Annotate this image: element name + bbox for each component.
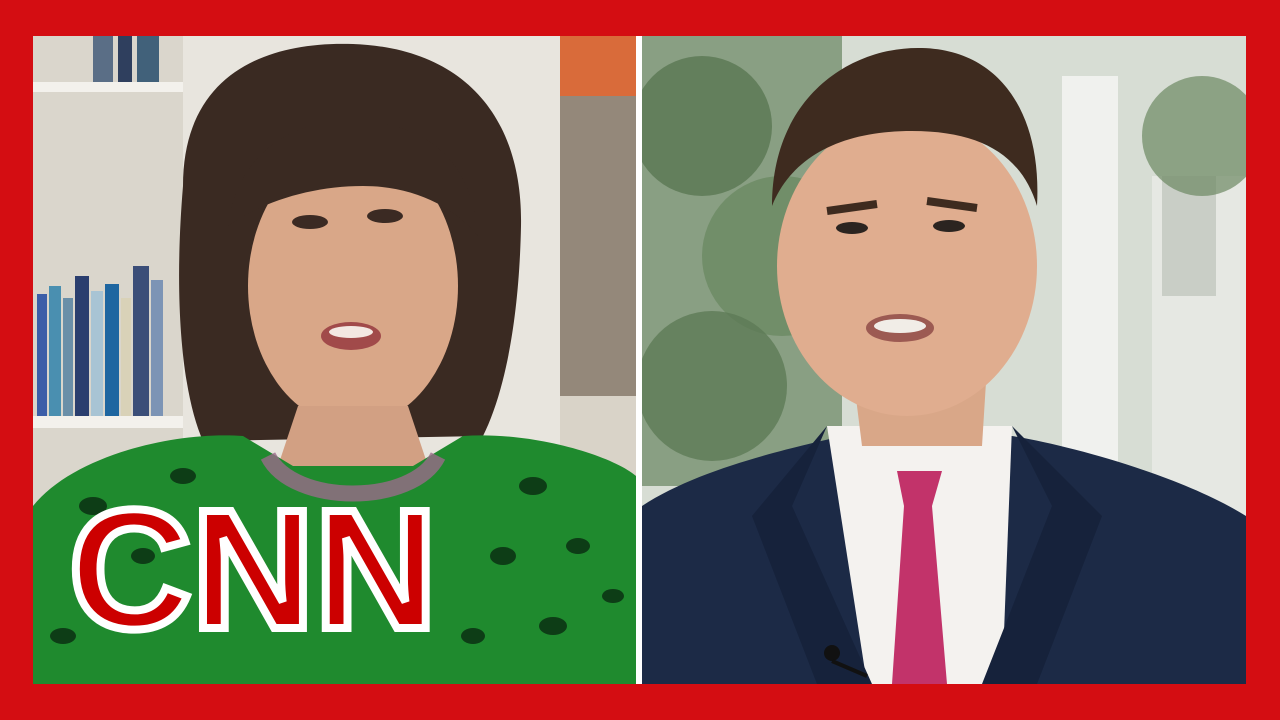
guest-illustration <box>642 36 1246 684</box>
right-video-panel <box>642 36 1246 684</box>
cnn-logo: CNN <box>48 478 458 660</box>
cnn-logo-text: CNN <box>69 478 437 660</box>
cnn-logo-icon: CNN <box>65 478 441 660</box>
